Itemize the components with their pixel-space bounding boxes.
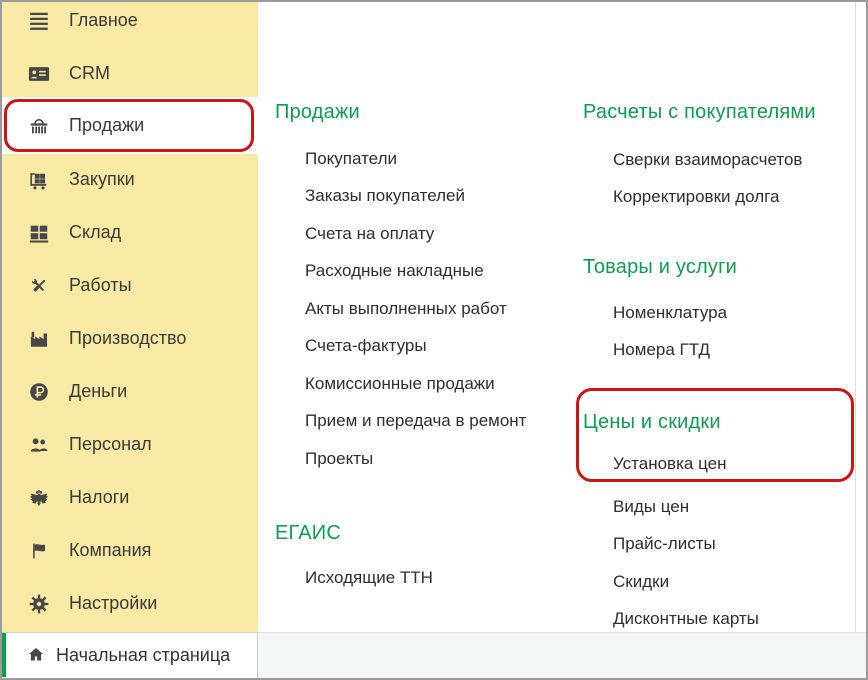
menu-item-repair-transfer[interactable]: Прием и передача в ремонт	[305, 403, 526, 441]
sidebar-item-label: Настройки	[69, 593, 158, 613]
menu-item-reconciliations[interactable]: Сверки взаиморасчетов	[613, 141, 802, 179]
sidebar-item-label: Работы	[69, 275, 132, 295]
sidebar-item-label: Склад	[69, 222, 122, 242]
crm-card-icon	[28, 63, 50, 85]
ruble-icon	[28, 381, 50, 403]
sidebar-item-jobs[interactable]: Работы	[2, 259, 258, 312]
section-header-prices-discounts: Цены и скидки	[583, 410, 721, 433]
sidebar-item-money[interactable]: Деньги	[2, 365, 258, 418]
sidebar-item-label: Персонал	[69, 434, 152, 454]
home-page-button[interactable]: Начальная страница	[2, 632, 258, 678]
sidebar-item-production[interactable]: Производство	[2, 312, 258, 365]
factory-icon	[28, 328, 50, 350]
warehouse-icon	[28, 222, 50, 244]
section-items-settlements: Сверки взаиморасчетов Корректировки долг…	[613, 141, 802, 216]
sidebar-item-company[interactable]: Компания	[2, 524, 258, 577]
menu-icon	[28, 10, 50, 32]
menu-item-commission-sales[interactable]: Комиссионные продажи	[305, 365, 526, 403]
section-header-settlements: Расчеты с покупателями	[583, 100, 816, 123]
menu-item-debt-adjustments[interactable]: Корректировки долга	[613, 179, 802, 217]
tools-icon	[28, 275, 50, 297]
menu-item-buyers[interactable]: Покупатели	[305, 140, 526, 178]
sidebar-item-label: Продажи	[69, 115, 145, 135]
home-icon	[26, 645, 46, 665]
footer-bar: Начальная страница	[2, 632, 866, 678]
menu-item-customer-orders[interactable]: Заказы покупателей	[305, 178, 526, 216]
sidebar-item-taxes[interactable]: Налоги	[2, 471, 258, 524]
sidebar-item-staff[interactable]: Персонал	[2, 418, 258, 471]
section-items-price-setting: Установка цен	[613, 445, 726, 483]
section-menu-panel: Продажи Покупатели Заказы покупателей Сч…	[258, 2, 866, 632]
sidebar-item-label: Деньги	[69, 381, 128, 401]
flag-icon	[28, 540, 50, 562]
sidebar-item-label: CRM	[69, 63, 110, 83]
gear-icon	[28, 593, 50, 615]
menu-item-tax-invoices[interactable]: Счета-фактуры	[305, 328, 526, 366]
active-tab-accent	[2, 633, 6, 677]
section-items-goods-services: Номенклатура Номера ГТД	[613, 294, 727, 369]
sidebar-item-crm[interactable]: CRM	[2, 47, 258, 100]
menu-item-nomenclature[interactable]: Номенклатура	[613, 294, 727, 332]
menu-item-projects[interactable]: Проекты	[305, 440, 526, 478]
sidebar-item-label: Производство	[69, 328, 187, 348]
sidebar-item-label: Главное	[69, 10, 138, 30]
menu-item-sales-invoices[interactable]: Расходные накладные	[305, 253, 526, 291]
section-header-egais: ЕГАИС	[275, 521, 341, 544]
panel-right-divider	[855, 2, 856, 632]
sidebar-item-label: Налоги	[69, 487, 130, 507]
basket-icon	[28, 115, 50, 137]
menu-item-gtd-numbers[interactable]: Номера ГТД	[613, 332, 727, 370]
sidebar-item-warehouse[interactable]: Склад	[2, 206, 258, 259]
menu-item-invoices-for-payment[interactable]: Счета на оплату	[305, 215, 526, 253]
menu-item-price-setting[interactable]: Установка цен	[613, 445, 726, 483]
menu-item-price-types[interactable]: Виды цен	[613, 488, 759, 526]
menu-item-price-lists[interactable]: Прайс-листы	[613, 526, 759, 564]
sidebar: Главное CRM Продажи Закупки Склад Работы…	[2, 2, 258, 632]
sidebar-item-purchases[interactable]: Закупки	[2, 153, 258, 206]
sidebar-item-label: Закупки	[69, 169, 135, 189]
taskbar-empty-area	[258, 632, 866, 678]
sidebar-item-sales[interactable]: Продажи	[2, 97, 258, 154]
app-window: Главное CRM Продажи Закупки Склад Работы…	[0, 0, 868, 680]
menu-item-work-acts[interactable]: Акты выполненных работ	[305, 290, 526, 328]
eagle-icon	[28, 487, 50, 509]
section-items-prices-discounts: Виды цен Прайс-листы Скидки Дисконтные к…	[613, 488, 759, 638]
sidebar-item-label: Компания	[69, 540, 152, 560]
people-icon	[28, 434, 50, 456]
sidebar-item-main[interactable]: Главное	[2, 2, 258, 47]
section-items-egais: Исходящие ТТН	[305, 559, 433, 597]
menu-item-outgoing-ttn[interactable]: Исходящие ТТН	[305, 559, 433, 597]
home-page-label: Начальная страница	[56, 644, 231, 665]
section-header-goods-services: Товары и услуги	[583, 255, 737, 278]
section-items-sales: Покупатели Заказы покупателей Счета на о…	[305, 140, 526, 478]
sidebar-item-settings[interactable]: Настройки	[2, 577, 258, 630]
menu-item-discounts[interactable]: Скидки	[613, 563, 759, 601]
cart-icon	[28, 169, 50, 191]
section-header-sales: Продажи	[275, 100, 360, 123]
